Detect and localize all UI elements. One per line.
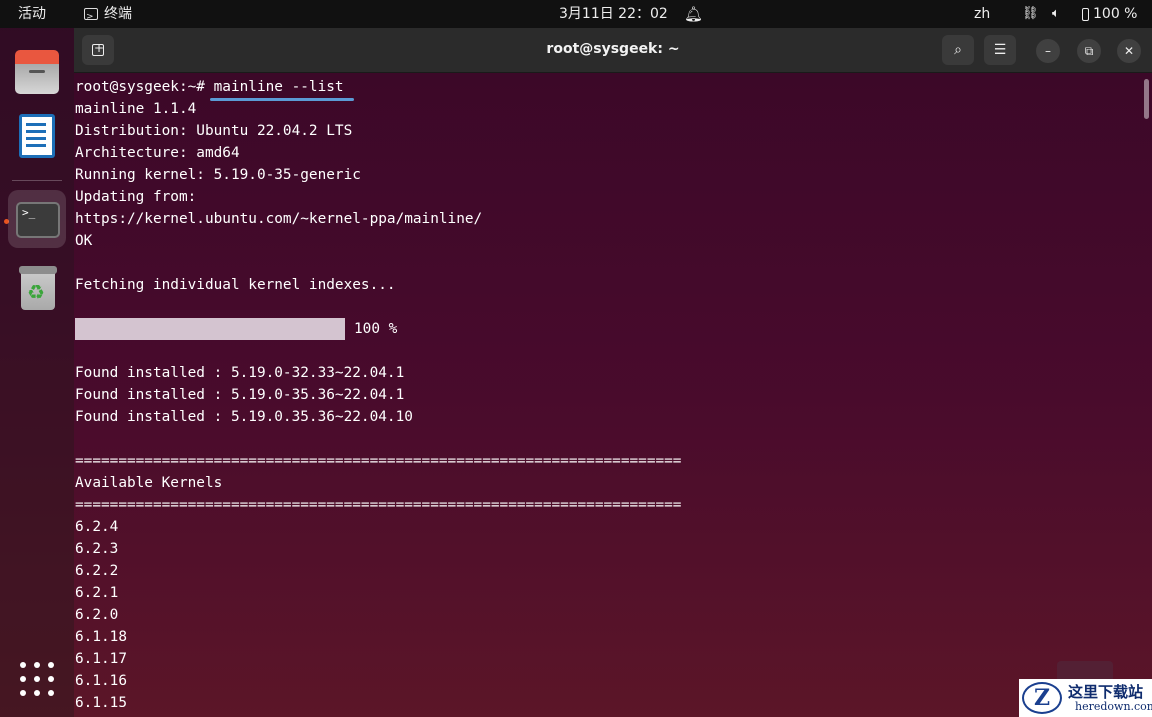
dock: >_ ♻ bbox=[0, 28, 74, 717]
network-icon[interactable]: ⛓ bbox=[1022, 0, 1039, 28]
dock-files-button[interactable] bbox=[8, 44, 66, 102]
libreoffice-writer-icon bbox=[19, 114, 55, 158]
files-icon bbox=[15, 50, 59, 94]
clock[interactable]: 3月11日 22：02 bbox=[559, 0, 668, 28]
terminal-line: Fetching individual kernel indexes... bbox=[75, 277, 396, 293]
minimize-icon: – bbox=[1045, 44, 1051, 58]
minimize-button[interactable]: – bbox=[1036, 39, 1060, 63]
battery-icon bbox=[1082, 7, 1089, 21]
watermark-url: heredown.com bbox=[1075, 700, 1152, 713]
progress-label: 100 % bbox=[354, 321, 398, 337]
terminal-line: Updating from: bbox=[75, 189, 197, 205]
terminal-output[interactable]: root@sysgeek:~# mainline --list mainline … bbox=[74, 73, 1152, 717]
terminal-icon bbox=[84, 3, 98, 31]
watermark-logo: Z bbox=[1022, 682, 1062, 714]
terminal-line: OK bbox=[75, 233, 93, 249]
dock-trash-button[interactable]: ♻ bbox=[8, 258, 66, 316]
terminal-line: 6.1.17 bbox=[75, 651, 127, 667]
restore-icon: ⧉ bbox=[1084, 44, 1094, 58]
show-apps-grid-icon[interactable] bbox=[20, 662, 54, 696]
terminal-line: 6.2.0 bbox=[75, 607, 119, 623]
terminal-app-icon: >_ bbox=[16, 202, 60, 238]
watermark-title: 这里下载站 bbox=[1068, 683, 1144, 701]
activities-button[interactable]: 活动 bbox=[18, 0, 46, 28]
terminal-line: ========================================… bbox=[75, 453, 682, 469]
command: mainline --list bbox=[213, 79, 344, 95]
terminal-line: 6.2.2 bbox=[75, 563, 119, 579]
hamburger-menu-icon: ☰ bbox=[993, 42, 1007, 58]
terminal-line: Architecture: amd64 bbox=[75, 145, 240, 161]
terminal-line: 6.1.15 bbox=[75, 695, 127, 711]
terminal-line: Found installed : 5.19.0-35.36~22.04.1 bbox=[75, 387, 405, 403]
terminal-window: root@sysgeek: ~ ⌕ ☰ – ⧉ ✕ root@sysgeek:~… bbox=[74, 28, 1152, 717]
close-icon: ✕ bbox=[1123, 44, 1135, 58]
trash-icon: ♻ bbox=[19, 266, 57, 310]
alarm-bell-icon[interactable]: 🔔︎ bbox=[684, 0, 703, 28]
maximize-button[interactable]: ⧉ bbox=[1077, 39, 1101, 63]
battery-indicator[interactable]: 100 % bbox=[1082, 0, 1137, 28]
terminal-text: root@sysgeek:~# mainline --list mainline … bbox=[75, 76, 681, 714]
terminal-line: 6.2.3 bbox=[75, 541, 119, 557]
menu-button[interactable]: ☰ bbox=[984, 35, 1016, 65]
app-menu-label: 终端 bbox=[104, 6, 132, 22]
command-line: root@sysgeek:~# mainline --list bbox=[75, 76, 681, 98]
terminal-line: 6.1.16 bbox=[75, 673, 127, 689]
progress-row: 100 % bbox=[75, 318, 681, 340]
dock-terminal-button[interactable]: >_ bbox=[8, 190, 66, 248]
battery-label: 100 % bbox=[1093, 6, 1138, 22]
terminal-line: 6.2.1 bbox=[75, 585, 119, 601]
desktop: 活动 终端 3月11日 22：02 🔔︎ zh ⛓ 🔈︎ 100 % >_ ♻ bbox=[0, 0, 1152, 717]
output-after-progress: Found installed : 5.19.0-32.33~22.04.1 Fo… bbox=[75, 340, 681, 714]
dock-writer-button[interactable] bbox=[8, 108, 66, 166]
site-watermark: Z 这里下载站 heredown.com bbox=[1019, 679, 1152, 717]
search-button[interactable]: ⌕ bbox=[942, 35, 974, 65]
terminal-line: Running kernel: 5.19.0-35-generic bbox=[75, 167, 361, 183]
terminal-line: https://kernel.ubuntu.com/~kernel-ppa/ma… bbox=[75, 211, 483, 227]
window-headerbar: root@sysgeek: ~ ⌕ ☰ – ⧉ ✕ bbox=[74, 28, 1152, 73]
terminal-line: Found installed : 5.19.0.35.36~22.04.10 bbox=[75, 409, 413, 425]
volume-icon[interactable]: 🔈︎ bbox=[1052, 0, 1060, 28]
terminal-line: Found installed : 5.19.0-32.33~22.04.1 bbox=[75, 365, 405, 381]
output-before-progress: mainline 1.1.4 Distribution: Ubuntu 22.04… bbox=[75, 98, 681, 318]
terminal-line: Available Kernels bbox=[75, 475, 223, 491]
language-indicator[interactable]: zh bbox=[974, 0, 990, 28]
dock-separator bbox=[12, 180, 62, 181]
terminal-line: 6.2.4 bbox=[75, 519, 119, 535]
search-icon: ⌕ bbox=[954, 42, 962, 58]
app-menu-terminal[interactable]: 终端 bbox=[84, 0, 132, 31]
top-bar: 活动 终端 3月11日 22：02 🔔︎ zh ⛓ 🔈︎ 100 % bbox=[0, 0, 1152, 31]
command-highlight-underline bbox=[210, 98, 354, 101]
prompt: root@sysgeek:~# bbox=[75, 79, 214, 95]
close-button[interactable]: ✕ bbox=[1117, 39, 1141, 63]
progress-bar bbox=[75, 318, 345, 340]
scrollbar[interactable] bbox=[1144, 79, 1149, 119]
terminal-line: mainline 1.1.4 bbox=[75, 101, 197, 117]
terminal-line: 6.1.18 bbox=[75, 629, 127, 645]
terminal-line: ========================================… bbox=[75, 497, 682, 513]
terminal-line: Distribution: Ubuntu 22.04.2 LTS bbox=[75, 123, 353, 139]
